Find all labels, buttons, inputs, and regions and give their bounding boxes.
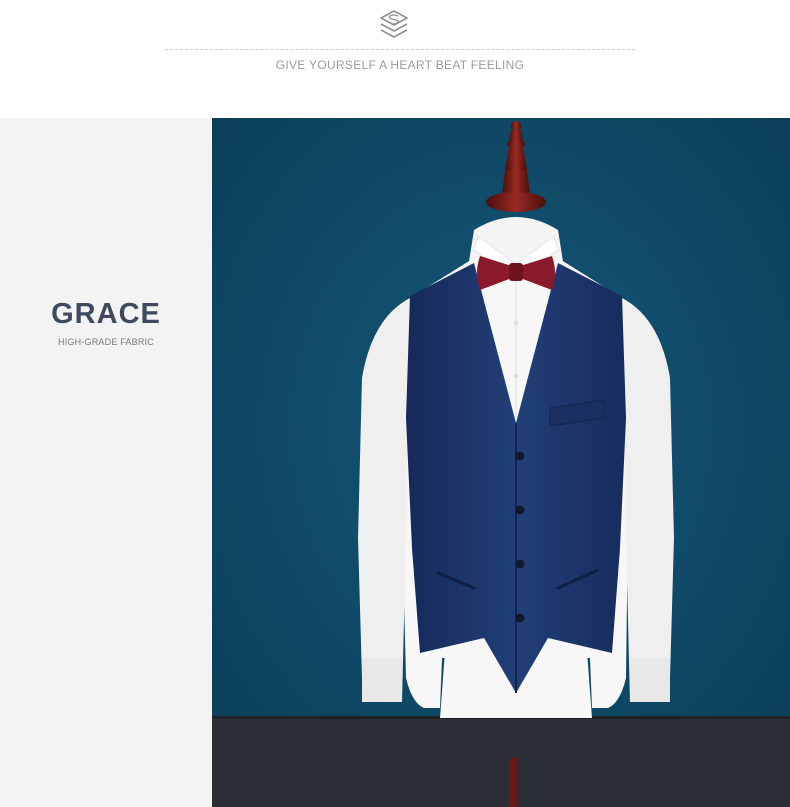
side-subtitle: HIGH-GRADE FABRIC [58,337,154,347]
header: GIVE YOURSELF A HEART BEAT FEELING [0,0,790,118]
side-panel: GRACE HIGH-GRADE FABRIC [0,118,212,807]
tagline: GIVE YOURSELF A HEART BEAT FEELING [275,58,525,72]
floor [212,716,790,807]
header-divider [165,49,635,50]
side-title: GRACE [51,298,161,330]
stacked-s-logo-icon [378,8,410,42]
product-photo [212,118,790,807]
